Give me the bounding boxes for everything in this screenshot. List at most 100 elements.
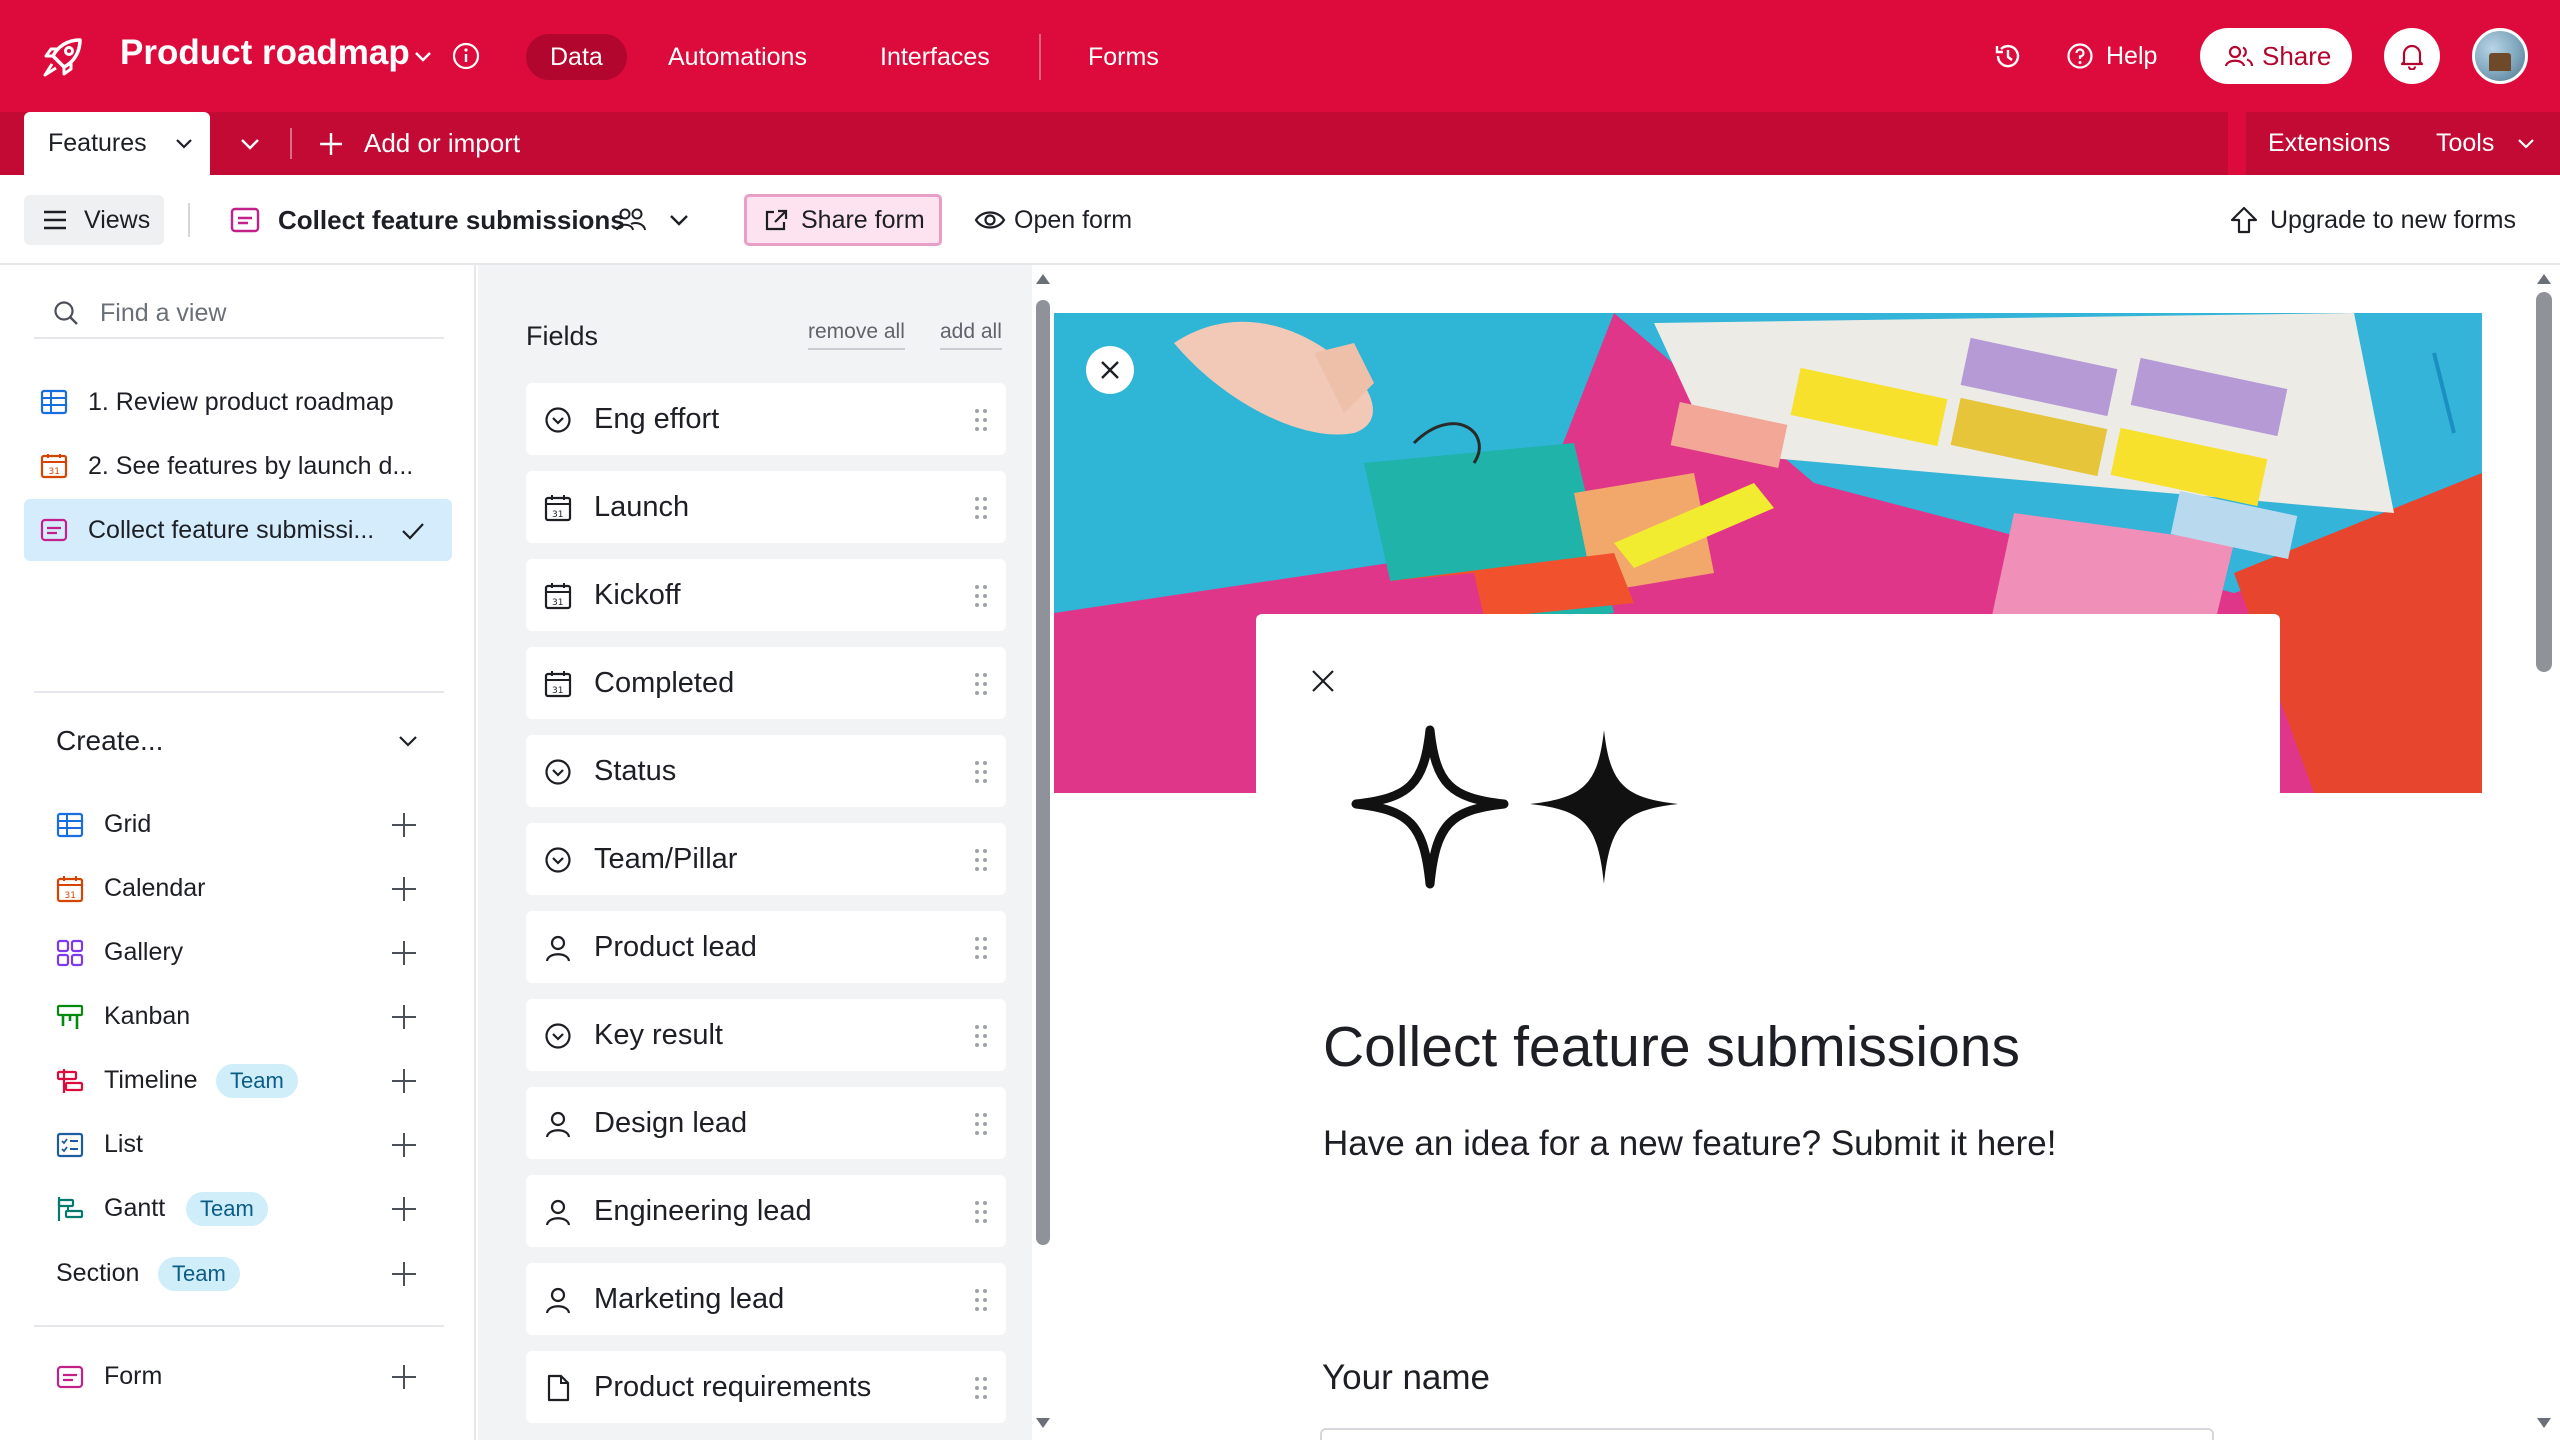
field-card-team-pillar[interactable]: Team/Pillar	[526, 823, 1006, 895]
nav-tab-forms[interactable]: Forms	[1064, 34, 1183, 80]
scroll-down-arrow-icon[interactable]	[2536, 1416, 2552, 1430]
scroll-up-arrow-icon[interactable]	[1035, 272, 1051, 286]
plus-icon	[320, 133, 342, 155]
document-icon	[547, 1374, 570, 1402]
user-avatar[interactable]	[2472, 28, 2528, 84]
drag-handle-icon[interactable]	[974, 672, 988, 696]
create-list[interactable]: List	[56, 1116, 436, 1172]
drag-handle-icon[interactable]	[974, 408, 988, 432]
help-button[interactable]: Help	[2066, 38, 2157, 74]
drag-handle-icon[interactable]	[974, 848, 988, 872]
plus-icon[interactable]	[390, 1003, 418, 1031]
table-tab-label: Features	[48, 129, 147, 157]
extensions-button[interactable]: Extensions	[2268, 112, 2390, 175]
preview-scrollbar-thumb[interactable]	[2536, 292, 2552, 672]
plus-icon[interactable]	[390, 1260, 418, 1288]
field-card-product-lead[interactable]: Product lead	[526, 911, 1006, 983]
views-button[interactable]: Views	[24, 195, 164, 245]
create-timeline[interactable]: Timeline Team	[56, 1052, 436, 1108]
create-gallery[interactable]: Gallery	[56, 924, 436, 980]
create-section-label[interactable]: Create...	[56, 725, 163, 757]
field-card-kickoff[interactable]: 31 Kickoff	[526, 559, 1006, 631]
add-or-import-button[interactable]: Add or import	[318, 112, 520, 175]
remove-all-link[interactable]: remove all	[808, 320, 905, 350]
notifications-button[interactable]	[2384, 28, 2440, 84]
drag-handle-icon[interactable]	[974, 1288, 988, 1312]
field-card-product-requirements[interactable]: Product requirements	[526, 1351, 1006, 1423]
drag-handle-icon[interactable]	[974, 1200, 988, 1224]
field-card-launch[interactable]: 31 Launch	[526, 471, 1006, 543]
your-name-input[interactable]	[1320, 1428, 2214, 1440]
remove-cover-button[interactable]	[1086, 346, 1134, 394]
plus-icon[interactable]	[390, 1195, 418, 1223]
field-card-completed[interactable]: 31 Completed	[526, 647, 1006, 719]
create-gantt[interactable]: Gantt Team	[56, 1180, 436, 1236]
drag-handle-icon[interactable]	[974, 760, 988, 784]
field-card-engineering-lead[interactable]: Engineering lead	[526, 1175, 1006, 1247]
tools-button[interactable]: Tools	[2436, 112, 2534, 175]
sparkles-logo-icon[interactable]	[1350, 724, 1690, 890]
drag-handle-icon[interactable]	[974, 936, 988, 960]
form-title[interactable]: Collect feature submissions	[1323, 1014, 2020, 1080]
plus-icon[interactable]	[390, 875, 418, 903]
info-icon[interactable]	[451, 41, 481, 71]
upgrade-forms-button[interactable]: Upgrade to new forms	[2230, 194, 2516, 246]
sidebar-view-review-roadmap[interactable]: 1. Review product roadmap	[24, 371, 452, 433]
create-item-label: Grid	[104, 810, 152, 838]
add-all-link[interactable]: add all	[940, 320, 1002, 350]
team-badge: Team	[216, 1064, 298, 1098]
current-view-name[interactable]: Collect feature submissions	[230, 195, 625, 245]
field-label: Eng effort	[594, 403, 720, 435]
field-label: Kickoff	[594, 579, 681, 611]
create-item-label: Timeline	[104, 1066, 198, 1094]
table-tab-features[interactable]: Features	[24, 112, 210, 175]
plus-icon[interactable]	[390, 811, 418, 839]
field-card-status[interactable]: Status	[526, 735, 1006, 807]
views-sidebar: 1. Review product roadmap 31 2. See feat…	[0, 265, 476, 1440]
plus-icon[interactable]	[390, 939, 418, 967]
create-form[interactable]: Form	[56, 1348, 436, 1404]
share-button[interactable]: Share	[2200, 28, 2352, 84]
create-section[interactable]: Section Team	[56, 1245, 436, 1301]
scroll-up-arrow-icon[interactable]	[2536, 272, 2552, 286]
nav-tab-automations[interactable]: Automations	[644, 34, 831, 80]
rocket-logo-icon[interactable]	[40, 34, 86, 80]
open-form-button[interactable]: Open form	[974, 194, 1132, 246]
create-grid[interactable]: Grid	[56, 796, 436, 852]
chevron-down-icon[interactable]	[410, 43, 436, 69]
base-title[interactable]: Product roadmap	[120, 33, 410, 73]
drag-handle-icon[interactable]	[974, 496, 988, 520]
share-form-label: Share form	[801, 206, 925, 234]
chevron-down-icon[interactable]	[174, 136, 194, 152]
create-calendar[interactable]: 31 Calendar	[56, 860, 436, 916]
chevron-down-icon[interactable]	[396, 731, 420, 751]
drag-handle-icon[interactable]	[974, 1112, 988, 1136]
field-card-design-lead[interactable]: Design lead	[526, 1087, 1006, 1159]
nav-tab-data[interactable]: Data	[526, 34, 627, 80]
history-icon[interactable]	[1992, 40, 2024, 72]
plus-icon[interactable]	[390, 1363, 418, 1391]
drag-handle-icon[interactable]	[974, 1376, 988, 1400]
more-tables-chevron-icon[interactable]	[238, 132, 262, 156]
drag-handle-icon[interactable]	[974, 1024, 988, 1048]
share-form-button[interactable]: Share form	[744, 194, 942, 246]
field-card-key-result[interactable]: Key result	[526, 999, 1006, 1071]
sidebar-view-launch-calendar[interactable]: 31 2. See features by launch d...	[24, 435, 452, 497]
chevron-down-icon[interactable]	[668, 211, 690, 229]
drag-handle-icon[interactable]	[974, 584, 988, 608]
find-view-input[interactable]	[100, 295, 420, 331]
create-item-label: Calendar	[104, 874, 206, 902]
scroll-down-arrow-icon[interactable]	[1035, 1416, 1051, 1430]
sidebar-view-collect-submissions[interactable]: Collect feature submissi...	[24, 499, 452, 561]
plus-icon[interactable]	[390, 1067, 418, 1095]
field-card-marketing-lead[interactable]: Marketing lead	[526, 1263, 1006, 1335]
plus-icon[interactable]	[390, 1131, 418, 1159]
form-description[interactable]: Have an idea for a new feature? Submit i…	[1323, 1124, 2056, 1164]
create-kanban[interactable]: Kanban	[56, 988, 436, 1044]
nav-tab-interfaces[interactable]: Interfaces	[856, 34, 1014, 80]
kanban-icon	[56, 1004, 84, 1029]
fields-scrollbar-thumb[interactable]	[1036, 300, 1050, 1245]
form-field-label-your-name[interactable]: Your name	[1322, 1358, 1490, 1398]
remove-logo-close-icon[interactable]	[1310, 668, 1336, 694]
field-card-eng-effort[interactable]: Eng effort	[526, 383, 1006, 455]
